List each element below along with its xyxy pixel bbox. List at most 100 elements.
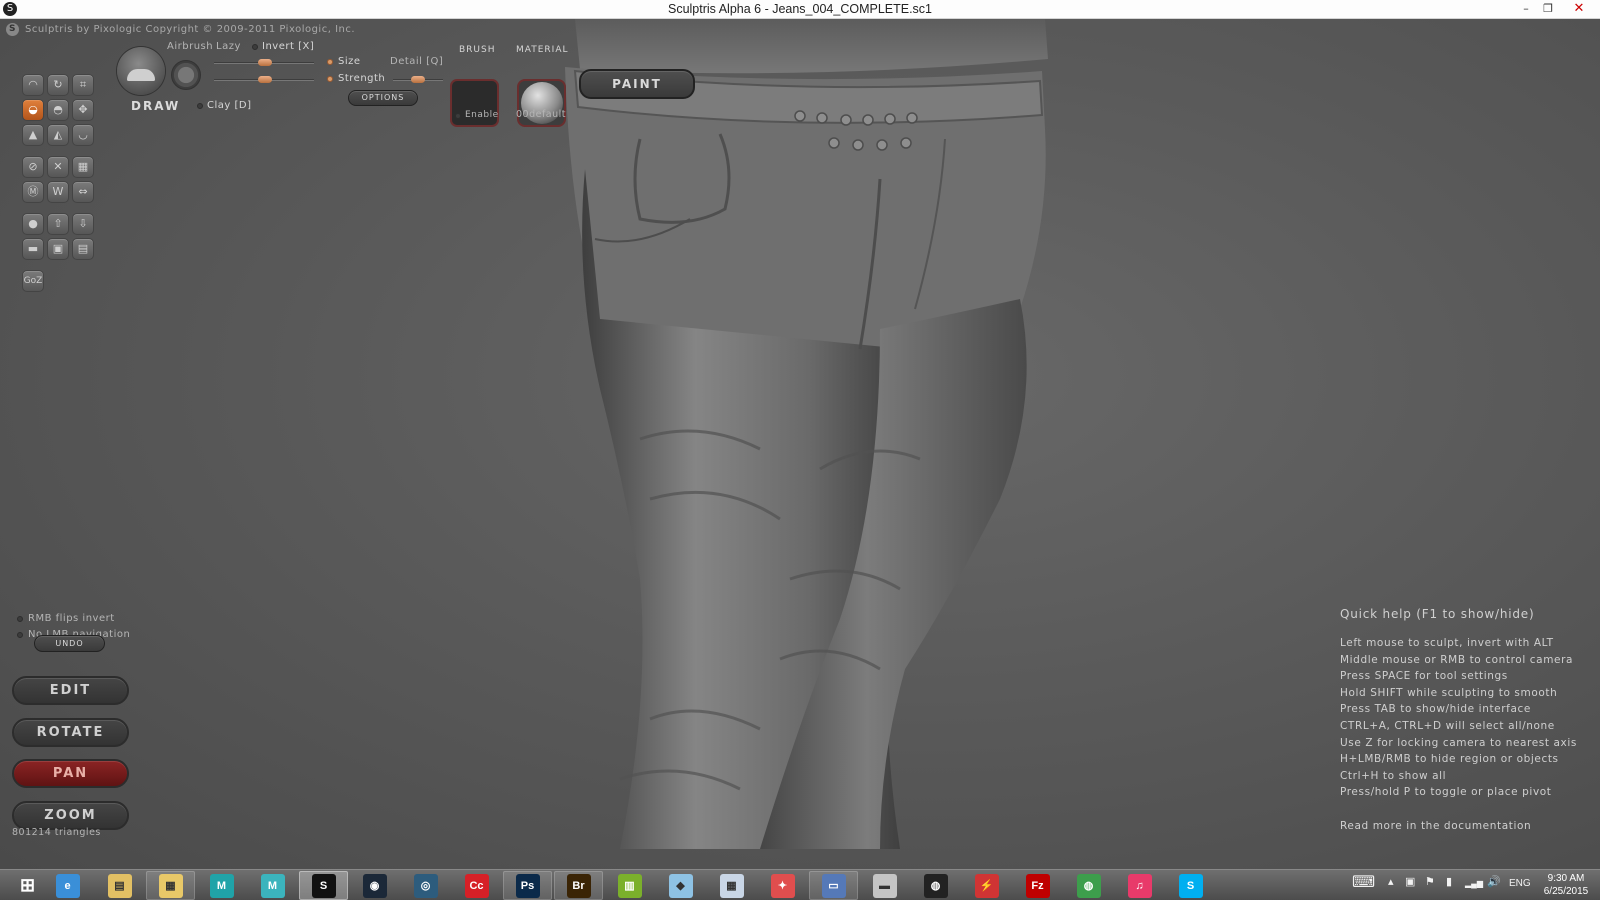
lightning-taskbar-button[interactable]: ⚡ xyxy=(962,871,1011,900)
no-lmb-navigation-radio[interactable] xyxy=(17,632,23,638)
clay-icon[interactable]: ◒ xyxy=(22,99,44,121)
close-button[interactable]: ✕ xyxy=(1558,0,1600,19)
crop-icon[interactable]: ⌗ xyxy=(72,74,94,96)
sphere-icon[interactable]: ● xyxy=(22,213,44,235)
internet-explorer-taskbar-button[interactable]: e xyxy=(43,871,92,900)
photoshop-icon: Ps xyxy=(515,873,540,898)
network-taskbar-button[interactable]: ◍ xyxy=(1064,871,1113,900)
detail-slider-knob[interactable] xyxy=(411,76,425,83)
lazy-toggle[interactable]: Lazy xyxy=(216,41,241,52)
draw-icon[interactable]: ◠ xyxy=(22,74,44,96)
power-icon[interactable]: ▮ xyxy=(1446,875,1452,888)
export-icon[interactable]: ⇩ xyxy=(72,213,94,235)
title-bar: S Sculptris Alpha 6 - Jeans_004_COMPLETE… xyxy=(0,0,1600,19)
brush-preview-icon[interactable] xyxy=(117,47,165,95)
notes-taskbar-button[interactable]: ◆ xyxy=(656,871,705,900)
plane-icon[interactable]: ▬ xyxy=(22,238,44,260)
unity-icon: ◎ xyxy=(413,873,438,898)
language-indicator[interactable]: ENG xyxy=(1509,878,1531,889)
scanner-icon: ▬ xyxy=(872,873,897,898)
keyboard-icon[interactable]: ⌨ xyxy=(1352,872,1375,892)
start-button-icon: ⊞ xyxy=(19,875,36,895)
clay-radio[interactable] xyxy=(197,103,203,109)
tray-overflow-arrow[interactable]: ▴ xyxy=(1388,875,1394,888)
network-signal-icon[interactable]: ▂▄▆ xyxy=(1465,879,1483,888)
sculpt-viewport[interactable]: S Sculptris by Pixologic Copyright © 200… xyxy=(0,19,1600,869)
nvidia-taskbar-button[interactable]: ◍ xyxy=(911,871,960,900)
grab-icon[interactable]: ✥ xyxy=(72,99,94,121)
ubisoft-taskbar-button[interactable]: ✦ xyxy=(758,871,807,900)
steam-icon: ◉ xyxy=(362,873,387,898)
subdivide-icon[interactable]: W xyxy=(47,181,69,203)
pan-button[interactable]: PAN xyxy=(12,759,129,788)
volume-icon[interactable]: 🔊 xyxy=(1487,875,1501,888)
maximize-button[interactable]: ❐ xyxy=(1536,0,1560,19)
rotate-icon[interactable]: ↻ xyxy=(47,74,69,96)
flatten-icon[interactable]: ◓ xyxy=(47,99,69,121)
strength-radio[interactable] xyxy=(327,76,333,82)
reduce-icon[interactable]: Ⓜ xyxy=(22,181,44,203)
triangle-count: 801214 triangles xyxy=(12,827,101,838)
brush-falloff-icon[interactable] xyxy=(171,60,201,90)
symmetry-icon[interactable]: ⊘ xyxy=(22,156,44,178)
photoshop-taskbar-button[interactable]: Ps xyxy=(503,871,552,900)
rotate-button[interactable]: ROTATE xyxy=(12,718,129,747)
quick-help-line: Ctrl+H to show all xyxy=(1340,769,1447,782)
zoom-button[interactable]: ZOOM xyxy=(12,801,129,830)
pixologic-logo-icon: S xyxy=(6,23,19,36)
airbrush-toggle[interactable]: Airbrush xyxy=(167,41,213,52)
calculator-icon: ▦ xyxy=(719,873,744,898)
bridge-taskbar-button[interactable]: Br xyxy=(554,871,603,900)
mudbox-icon: M xyxy=(260,873,285,898)
rmb-flips-invert-radio[interactable] xyxy=(17,616,23,622)
quick-help-line: Press SPACE for tool settings xyxy=(1340,670,1508,683)
documentation-link[interactable]: Read more in the documentation xyxy=(1340,820,1590,832)
remote-desktop-taskbar-button[interactable]: ▭ xyxy=(809,871,858,900)
nvidia-icon: ◍ xyxy=(923,873,948,898)
filezilla-taskbar-button[interactable]: Fz xyxy=(1013,871,1062,900)
brush-name: DRAW xyxy=(131,99,181,113)
enable-radio[interactable] xyxy=(455,113,461,119)
spreadsheet-taskbar-button[interactable]: ▥ xyxy=(605,871,654,900)
filezilla-icon: Fz xyxy=(1025,873,1050,898)
clay-label: Clay [D] xyxy=(207,100,252,111)
size-radio[interactable] xyxy=(327,59,333,65)
undo-button[interactable]: UNDO xyxy=(34,635,105,652)
import-icon[interactable]: ⇧ xyxy=(47,213,69,235)
smooth-icon[interactable]: ◡ xyxy=(72,124,94,146)
inflate-icon[interactable]: ▲ xyxy=(22,124,44,146)
edit-button[interactable]: EDIT xyxy=(12,676,129,705)
taskbar-clock[interactable]: 9:30 AM 6/25/2015 xyxy=(1536,872,1596,898)
goz-icon[interactable]: GoZ xyxy=(22,270,44,292)
paint-button[interactable]: PAINT xyxy=(579,69,695,99)
calculator-taskbar-button[interactable]: ▦ xyxy=(707,871,756,900)
skype-taskbar-button[interactable]: S xyxy=(1166,871,1215,900)
quick-help-line: H+LMB/RMB to hide region or objects xyxy=(1340,753,1559,766)
open-icon[interactable]: ▤ xyxy=(72,238,94,260)
copyright-bar: S Sculptris by Pixologic Copyright © 200… xyxy=(6,23,355,36)
itunes-taskbar-button[interactable]: ♫ xyxy=(1115,871,1164,900)
maya-lt-taskbar-button[interactable]: M xyxy=(197,871,246,900)
mirror-icon[interactable]: ⇔ xyxy=(72,181,94,203)
unity-taskbar-button[interactable]: ◎ xyxy=(401,871,450,900)
wireframe-icon[interactable]: ✕ xyxy=(47,156,69,178)
grid-icon[interactable]: ▦ xyxy=(72,156,94,178)
creative-cloud-taskbar-button[interactable]: Cc xyxy=(452,871,501,900)
material-name: 00default xyxy=(516,109,567,120)
minimize-button[interactable]: – xyxy=(1514,0,1538,19)
action-center-icon[interactable]: ▣ xyxy=(1405,875,1415,888)
folder-icon: ▦ xyxy=(158,873,183,898)
flag-icon[interactable]: ⚑ xyxy=(1425,875,1435,888)
invert-radio[interactable] xyxy=(252,44,258,50)
mudbox-taskbar-button[interactable]: M xyxy=(248,871,297,900)
save-icon[interactable]: ▣ xyxy=(47,238,69,260)
steam-taskbar-button[interactable]: ◉ xyxy=(350,871,399,900)
scanner-taskbar-button[interactable]: ▬ xyxy=(860,871,909,900)
file-explorer-taskbar-button[interactable]: ▤ xyxy=(95,871,144,900)
options-button[interactable]: OPTIONS xyxy=(348,90,418,106)
strength-slider-knob[interactable] xyxy=(258,76,272,83)
pinch-icon[interactable]: ◭ xyxy=(47,124,69,146)
folder-taskbar-button[interactable]: ▦ xyxy=(146,871,195,900)
sculptris-taskbar-button[interactable]: S xyxy=(299,871,348,900)
size-slider-knob[interactable] xyxy=(258,59,272,66)
